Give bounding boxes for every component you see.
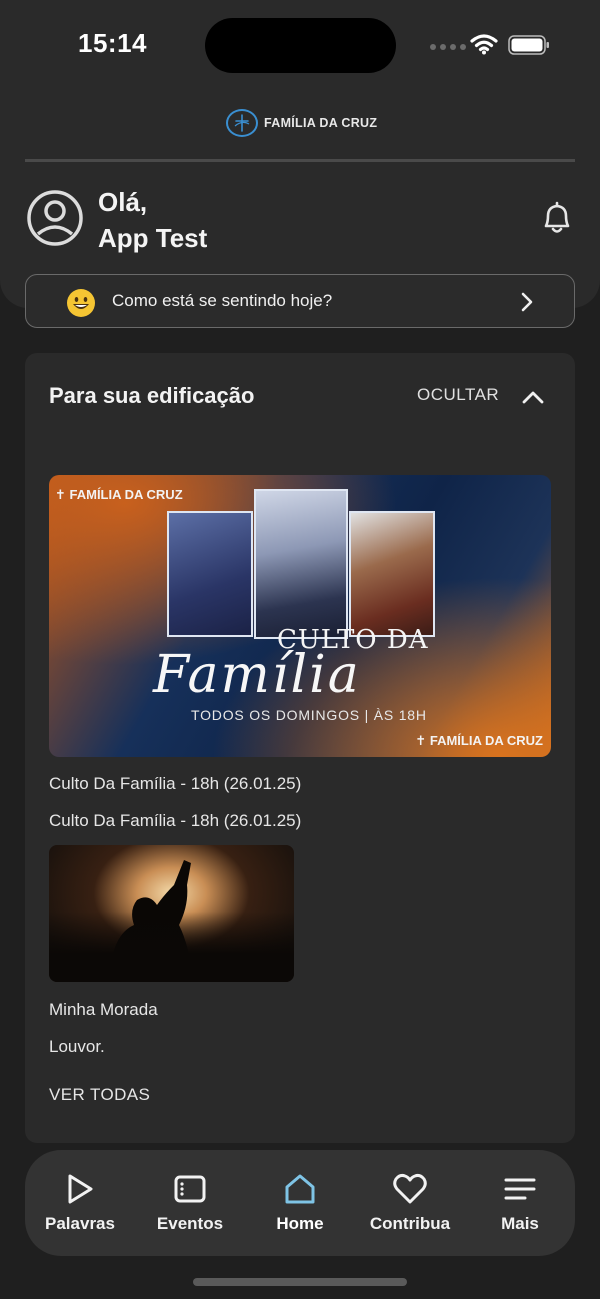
mood-check-in-button[interactable]: Como está se sentindo hoje? bbox=[25, 274, 575, 328]
crowd-silhouette bbox=[49, 912, 294, 982]
nav-label: Mais bbox=[501, 1214, 539, 1233]
item-title[interactable]: Minha Morada bbox=[49, 1000, 158, 1020]
nav-item-eventos[interactable]: Eventos bbox=[135, 1150, 245, 1256]
wifi-icon bbox=[470, 34, 498, 55]
bottom-navigation: Palavras Eventos Home Contribua Mais bbox=[25, 1150, 575, 1256]
brand-logo: FAMÍLIA DA CRUZ bbox=[226, 109, 377, 137]
worship-photo bbox=[349, 511, 435, 637]
nav-item-contribua[interactable]: Contribua bbox=[355, 1150, 465, 1256]
home-icon bbox=[285, 1174, 315, 1204]
notifications-bell-icon[interactable] bbox=[540, 200, 574, 236]
dynamic-island bbox=[205, 18, 396, 73]
nav-label: Palavras bbox=[45, 1214, 115, 1233]
culto-da-familia-banner[interactable]: ✝ FAMÍLIA DA CRUZ CULTO DA Família TODOS… bbox=[49, 475, 551, 757]
greeting: Olá, App Test bbox=[98, 184, 207, 256]
nav-item-mais[interactable]: Mais bbox=[465, 1150, 575, 1256]
hide-section-button[interactable]: OCULTAR bbox=[417, 385, 499, 405]
nav-item-home[interactable]: Home bbox=[245, 1150, 355, 1256]
nav-label: Home bbox=[276, 1214, 324, 1233]
band-photo bbox=[167, 511, 253, 637]
preacher-photo bbox=[254, 489, 348, 639]
section-title: Para sua edificação bbox=[49, 383, 255, 408]
profile-avatar-icon[interactable] bbox=[27, 190, 83, 246]
banner-familia-script: Família bbox=[153, 645, 361, 705]
status-bar: 15:14 bbox=[0, 0, 600, 90]
play-icon bbox=[68, 1174, 93, 1204]
nav-label: Contribua bbox=[369, 1214, 451, 1233]
smiling-face-emoji-icon bbox=[67, 289, 95, 317]
heart-icon bbox=[393, 1173, 427, 1204]
banner-brand-top: ✝ FAMÍLIA DA CRUZ bbox=[55, 487, 183, 502]
nav-label: Eventos bbox=[156, 1214, 224, 1233]
calendar-icon bbox=[174, 1175, 206, 1203]
banner-brand-bottom: ✝ FAMÍLIA DA CRUZ bbox=[415, 733, 543, 748]
minha-morada-thumbnail[interactable] bbox=[49, 845, 294, 982]
item-title[interactable]: Culto Da Família - 18h (26.01.25) bbox=[49, 774, 301, 794]
header-divider bbox=[25, 159, 575, 162]
cross-logo-icon bbox=[226, 109, 258, 137]
item-description: Louvor. bbox=[49, 1037, 105, 1056]
chevron-up-icon[interactable] bbox=[521, 389, 545, 405]
see-all-link[interactable]: VER TODAS bbox=[49, 1085, 150, 1105]
status-time: 15:14 bbox=[78, 28, 147, 58]
nav-item-palavras[interactable]: Palavras bbox=[25, 1150, 135, 1256]
banner-schedule: TODOS OS DOMINGOS | ÀS 18H bbox=[191, 707, 427, 723]
menu-icon bbox=[504, 1178, 536, 1200]
cellular-signal-icon bbox=[430, 44, 466, 50]
header-panel: 15:14 FAMÍLIA DA CRUZ Olá, App Test bbox=[0, 0, 600, 308]
mood-prompt: Como está se sentindo hoje? bbox=[112, 291, 333, 310]
chevron-right-icon bbox=[521, 292, 533, 312]
edification-card: Para sua edificação OCULTAR ✝ FAMÍLIA DA… bbox=[25, 353, 575, 1143]
greeting-hello: Olá, bbox=[98, 187, 148, 217]
greeting-username: App Test bbox=[98, 223, 208, 253]
brand-name: FAMÍLIA DA CRUZ bbox=[264, 116, 378, 130]
battery-icon bbox=[508, 35, 549, 55]
home-indicator bbox=[193, 1278, 407, 1286]
item-description: Culto Da Família - 18h (26.01.25) bbox=[49, 811, 302, 830]
